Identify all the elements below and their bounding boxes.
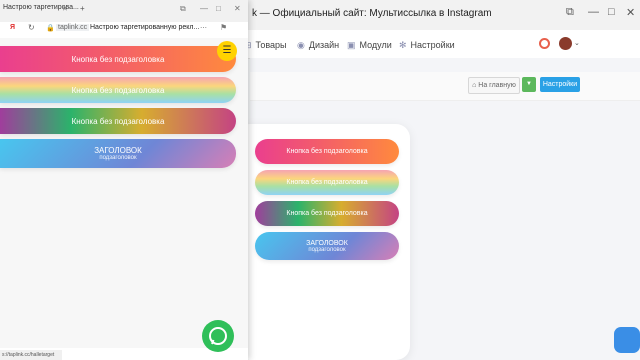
whatsapp-icon[interactable] <box>202 320 234 352</box>
chevron-down-icon: ▼ <box>526 81 532 87</box>
yandex-icon[interactable]: Я <box>10 24 15 31</box>
settings-button[interactable]: Настройки <box>540 77 580 92</box>
hamburger-menu-icon[interactable]: ☰ <box>217 41 237 61</box>
home-page-button[interactable]: ⌂ На главную <box>468 77 520 94</box>
preview-button-1[interactable]: Кнопка без подзаголовка <box>255 139 399 164</box>
preview-button-4[interactable]: ЗАГОЛОВОК подзаголовок <box>255 232 399 260</box>
background-tab-title[interactable]: k — Официальный сайт: Мультиссылка в Ins… <box>252 8 492 19</box>
lock-icon: 🔒 <box>46 25 55 32</box>
modules-icon: ▣ <box>347 40 356 50</box>
page-button-3[interactable]: Кнопка без подзаголовка <box>0 108 236 134</box>
chevron-down-icon[interactable]: ⌄ <box>574 39 580 47</box>
page-button-2[interactable]: Кнопка без подзаголовка <box>0 77 236 103</box>
preview-button-3[interactable]: Кнопка без подзаголовка <box>255 201 399 226</box>
help-lifebuoy-icon[interactable] <box>539 38 550 49</box>
gear-icon: ✻ <box>399 40 407 50</box>
address-title[interactable]: Настрою таргетированную рекл... <box>90 24 199 31</box>
address-domain[interactable]: taplink.cc <box>56 24 90 31</box>
page-button-1[interactable]: Кнопка без подзаголовка <box>0 46 236 72</box>
avatar[interactable] <box>559 37 572 50</box>
maximize-icon[interactable]: □ <box>216 4 221 13</box>
page-button-4[interactable]: ЗАГОЛОВОК подзаголовок <box>0 139 236 168</box>
palette-icon: ◉ <box>297 40 305 50</box>
close-icon[interactable]: ✕ <box>626 6 635 19</box>
close-icon[interactable]: ✕ <box>234 4 241 13</box>
collections-icon[interactable]: ⧉ <box>566 6 574 19</box>
nav-item-products[interactable]: ⊞Товары <box>244 40 287 51</box>
preview-button-2[interactable]: Кнопка без подзаголовка <box>255 170 399 195</box>
nav-item-design[interactable]: ◉ Дизайн <box>297 40 339 51</box>
more-icon[interactable]: ⋯ <box>200 24 207 32</box>
new-tab-icon[interactable]: + <box>80 4 85 13</box>
minimize-icon[interactable]: — <box>200 4 208 13</box>
dropdown-button[interactable]: ▼ <box>522 77 536 92</box>
maximize-icon[interactable]: □ <box>608 6 615 18</box>
minimize-icon[interactable]: — <box>588 6 599 18</box>
collections-icon[interactable]: ⧉ <box>180 4 186 14</box>
tab-close-icon[interactable]: ✕ <box>62 5 68 13</box>
status-url: s://taplink.cc/halletarget <box>0 350 62 360</box>
reload-icon[interactable]: ↻ <box>28 23 35 32</box>
chat-support-icon[interactable] <box>614 327 640 353</box>
editor-toolbar <box>250 72 640 101</box>
home-icon: ⌂ <box>472 82 477 89</box>
nav-item-modules[interactable]: ▣ Модули <box>347 40 392 51</box>
nav-item-settings[interactable]: ✻ Настройки <box>399 40 455 51</box>
bookmark-icon[interactable]: ⚑ <box>220 23 227 32</box>
